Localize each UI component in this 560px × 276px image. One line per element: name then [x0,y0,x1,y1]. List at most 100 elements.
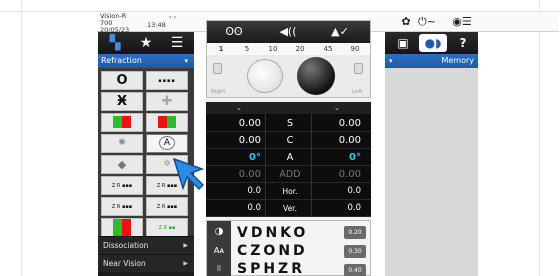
step-size-selector: 1 5 10 20 45 90 [207,43,370,55]
right-lens[interactable] [247,59,283,93]
left-eye-value: 0.00 [338,135,361,146]
parameter-label: A [286,152,294,163]
settings-gear-icon[interactable]: ✿ [399,15,413,29]
data-row[interactable]: 0.00 ADD 0.00 [206,166,371,183]
step-option[interactable]: 1 [213,43,229,55]
right-eye-label: Right [211,89,226,95]
butterfly-test[interactable]: Ӿ [101,92,143,111]
device-name: Vision-R 700 [100,12,127,27]
data-row[interactable]: 0° A 0° [206,149,371,166]
data-panel-header: ⌄ ⌄ [206,102,371,114]
braille-icon[interactable]: ⠿ [209,261,229,276]
acuity-badge[interactable]: 0.40 [344,264,366,276]
patient-profile-icon[interactable]: ●◗ [419,34,447,52]
pointer-arrow-icon [172,157,205,191]
refraction-header[interactable]: Refraction ▾ [98,54,194,68]
right-eye-value: 0.0 [247,203,261,213]
left-eye-value: 0.00 [338,169,361,180]
step-option[interactable]: 20 [292,43,308,55]
diamond-test[interactable]: ◆ [101,155,143,174]
acuity-badge[interactable]: 0.20 [344,226,366,239]
phoropter-column: ʘʘ ◀(( ▲✓ 1 5 10 20 45 90 Right Left ⌄ ⌄… [206,20,371,276]
left-eye-value: 0.00 [338,118,361,129]
right-tabs: ▣ ●◗ ? [385,32,478,54]
menu-dissociation-label: Dissociation [103,241,149,250]
right-eye-value: 0.00 [238,169,261,180]
screenshot-stage: Vision-R 700 20/05/23 13:48 ‹ › ✿ ⏻~ ◉☰ … [0,0,560,276]
status-time: 13:48 [147,21,166,29]
menu-dissociation[interactable]: Dissociation ▶ [98,236,194,254]
grid-icon[interactable]: ▚ [100,34,130,52]
refraction-title: Refraction [101,56,142,65]
left-eye-value: 0.0 [347,186,361,196]
parameter-label: Hor. [282,187,298,196]
status-sub: ‹ › [169,13,177,21]
step-option[interactable]: 5 [239,43,255,55]
page-guide-line [21,0,22,276]
right-eye-value: 0° [249,152,261,163]
dot-pattern-test[interactable]: ✺ [101,134,143,153]
help-icon[interactable]: ? [449,34,477,52]
prism-arrow-icon[interactable]: ◀(( [273,24,303,40]
chart-row: SPHZR [237,261,305,276]
chart-sidebar: ◑ Aᴀ ⠿ [207,221,231,276]
right-eye-value: 0.00 [238,135,261,146]
lock-icon[interactable] [354,63,363,74]
chart-row: CZOND [237,243,308,259]
chevron-down-icon[interactable]: ⌄ [236,102,242,114]
data-row[interactable]: 0.0 Ver. 0.0 [206,200,371,217]
patient-file-icon[interactable]: ▣ [389,34,417,52]
menu-toggle-icon[interactable]: ◉☰ [449,15,475,29]
chart-row: VDNKO [237,225,309,241]
parameter-label: S [286,118,294,129]
right-eye-value: 0.0 [247,186,261,196]
memory-panel: ▣ ●◗ ? ▾ Memory [385,32,478,276]
occluder-icon[interactable]: ▲✓ [325,24,355,40]
data-row[interactable]: 0.00 C 0.00 [206,132,371,149]
menu-near-vision-label: Near Vision [103,259,146,268]
chevron-down-icon[interactable]: ⌄ [334,102,340,114]
step-option[interactable]: 90 [347,43,363,55]
lens-control-panel: ʘʘ ◀(( ▲✓ 1 5 10 20 45 90 Right Left [206,20,371,98]
letters-chart-test[interactable]: ▪▪▪▪▪▪▪▪ [146,71,188,102]
parameter-label: Ver. [283,204,297,213]
red-green-test-b[interactable] [146,113,188,132]
lens-toolbar: ʘʘ ◀(( ▲✓ [207,21,370,43]
left-tabs: ▚ ★ ☰ [98,32,194,54]
power-cable-icon[interactable]: ⏻~ [415,15,439,29]
cross-test[interactable]: ✚ [146,92,188,111]
status-device-date: Vision-R 700 20/05/23 [100,13,140,34]
letters-row-test[interactable]: Z R ▪▪▪Z R ▪▪▪ [101,197,143,228]
step-option[interactable]: 45 [320,43,336,55]
left-eye-label: Left [352,89,363,95]
left-eye-value: 0.0 [347,203,361,213]
letters-row-test-b[interactable]: Z R ▪▪▪ [146,197,188,216]
acuity-chart-preview: ◑ Aᴀ ⠿ VDNKO 0.20 CZOND 0.30 SPHZR 0.40 [206,220,371,276]
small-letters-test-a[interactable]: Z R ▪▪▪Z R ▪▪▪ [101,176,143,207]
font-size-icon[interactable]: Aᴀ [209,242,229,259]
cross-cylinder-test[interactable]: A [146,134,188,153]
binocular-icon[interactable]: ʘʘ [221,24,247,40]
test-chart-panel: ▚ ★ ☰ Refraction ▾ O ▪▪▪▪▪▪▪▪ Ӿ ✚ ✺ A ◆ … [98,32,194,276]
page-guide-line [539,0,540,276]
refraction-data-panel: ⌄ ⌄ 0.00 S 0.00 0.00 C 0.00 0° A 0° 0.00 ADD 0.00 0.… [206,102,371,217]
memory-header[interactable]: ▾ Memory [385,54,478,68]
memory-title: Memory [441,56,474,65]
list-icon[interactable]: ☰ [162,34,192,52]
landolt-ring-test[interactable]: O [101,71,143,90]
star-icon[interactable]: ★ [131,34,161,52]
parameter-label: ADD [279,169,301,180]
menu-near-vision[interactable]: Near Vision ▶ [98,254,194,272]
acuity-badge[interactable]: 0.30 [344,245,366,258]
red-green-test-a[interactable] [101,113,143,132]
data-row[interactable]: 0.00 S 0.00 [206,115,371,132]
dropdown-arrow-icon: ▾ [389,57,393,65]
lens-area: Right Left [207,55,370,97]
data-row[interactable]: 0.0 Hor. 0.0 [206,183,371,200]
left-eye-value: 0° [349,152,361,163]
chevron-right-icon: ▶ [183,242,188,249]
left-lens[interactable] [297,57,335,95]
lock-icon[interactable] [213,63,222,74]
step-option[interactable]: 10 [265,43,281,55]
contrast-icon[interactable]: ◑ [209,223,229,240]
